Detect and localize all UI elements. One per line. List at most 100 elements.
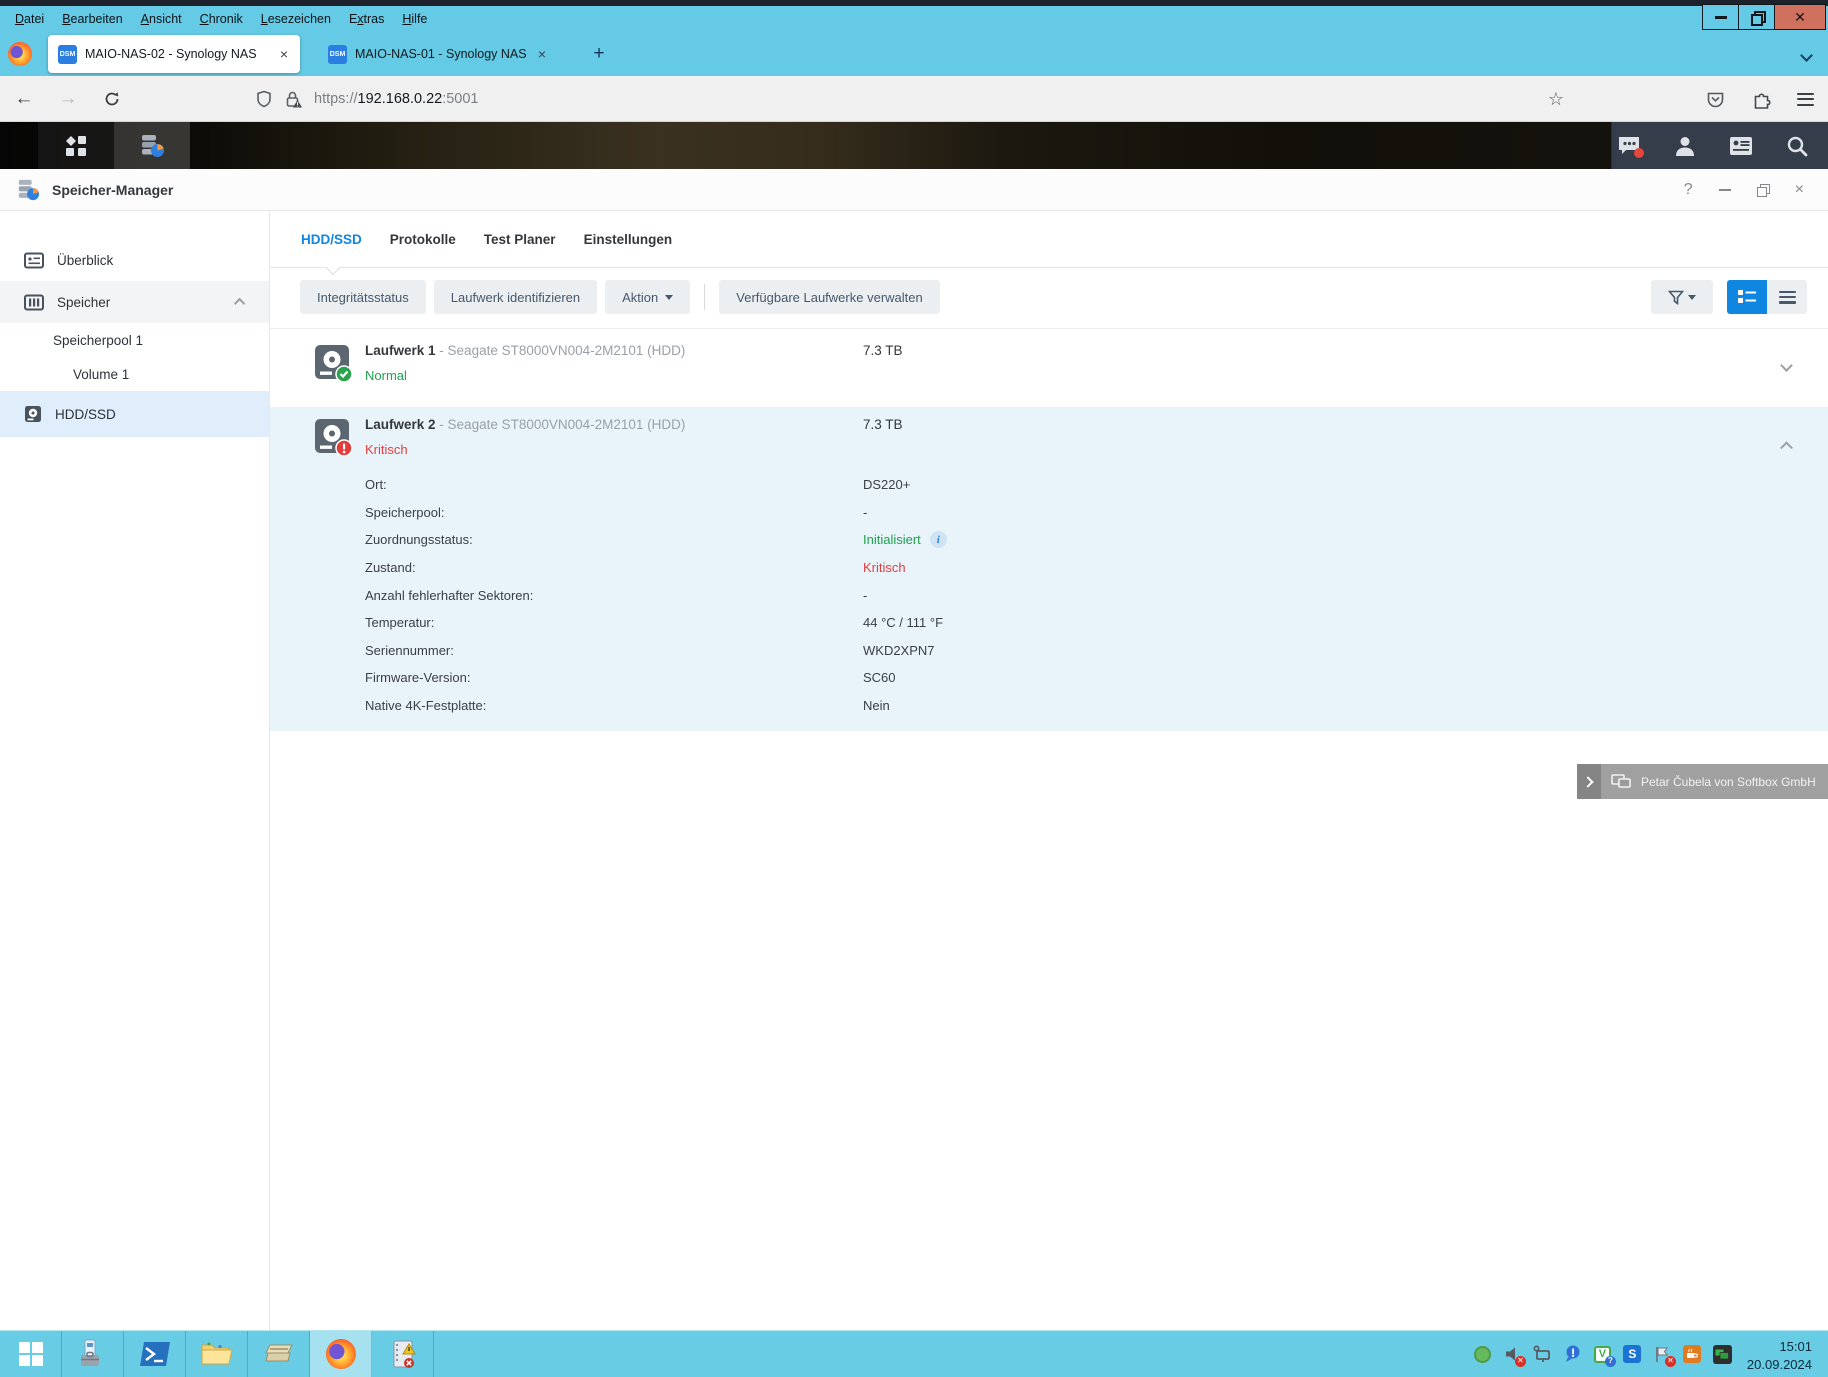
- menu-extras[interactable]: Extras: [340, 9, 393, 29]
- toolbar-right: [1651, 280, 1807, 314]
- powershell-button[interactable]: [124, 1331, 186, 1377]
- help-button[interactable]: ?: [1684, 181, 1693, 199]
- drive-row-laufwerk-2[interactable]: Laufwerk 2 - Seagate ST8000VN004-2M2101 …: [270, 407, 1828, 731]
- firefox-taskbar-button[interactable]: [310, 1331, 372, 1377]
- sidebar-item-ueberblick[interactable]: Überblick: [0, 239, 269, 281]
- tab-hdd-ssd[interactable]: HDD/SSD: [301, 228, 362, 251]
- back-button[interactable]: ←: [8, 76, 40, 122]
- menu-hilfe[interactable]: Hilfe: [393, 9, 436, 29]
- collapse-chevron-icon[interactable]: [234, 298, 245, 309]
- browser-tab-inactive[interactable]: DSM MAIO-NAS-01 - Synology NAS ×: [318, 35, 558, 73]
- drive-name: Laufwerk 2: [365, 417, 436, 432]
- sidebar-item-speicherpool-1[interactable]: Speicherpool 1: [0, 323, 269, 357]
- search-icon: [1785, 134, 1809, 158]
- simple-list-view-button[interactable]: [1767, 280, 1807, 314]
- info-icon[interactable]: i: [930, 531, 947, 548]
- action-dropdown-button[interactable]: Aktion: [605, 280, 690, 314]
- tab-close-icon[interactable]: ×: [278, 46, 290, 62]
- overlay-expand-button[interactable]: [1577, 764, 1601, 799]
- window-minimize-button[interactable]: [1719, 189, 1731, 191]
- forward-button[interactable]: →: [52, 76, 84, 122]
- forward-icon: →: [59, 88, 78, 110]
- filter-button[interactable]: [1651, 280, 1713, 314]
- search-button[interactable]: [1784, 133, 1810, 159]
- detail-label: Anzahl fehlerhafter Sektoren:: [365, 588, 863, 603]
- reload-button[interactable]: [96, 76, 128, 122]
- chevron-down-icon: [1800, 49, 1813, 62]
- dsm-main-menu-button[interactable]: [38, 122, 114, 169]
- menu-chronik[interactable]: Chronik: [191, 9, 252, 29]
- shield-icon[interactable]: [255, 90, 273, 108]
- list-all-tabs-button[interactable]: [1802, 47, 1814, 59]
- sophos-icon[interactable]: S: [1623, 1345, 1642, 1364]
- close-button[interactable]: ✕: [1774, 4, 1826, 30]
- menu-lesezeichen[interactable]: Lesezeichen: [252, 9, 340, 29]
- volume-muted-icon[interactable]: ✕: [1503, 1345, 1522, 1364]
- start-button[interactable]: [0, 1331, 62, 1377]
- back-icon: ←: [15, 88, 34, 110]
- helper-balloon-icon[interactable]: [1563, 1345, 1582, 1364]
- window-close-button[interactable]: ×: [1795, 182, 1804, 198]
- collapse-chevron-icon[interactable]: [1782, 439, 1792, 449]
- widgets-button[interactable]: [1728, 133, 1754, 159]
- network-pc-icon[interactable]: [1533, 1345, 1552, 1364]
- v-app-icon[interactable]: V ?: [1593, 1345, 1612, 1364]
- teamviewer-tray-icon[interactable]: [1713, 1345, 1732, 1364]
- computer-toolbox-icon: [77, 1338, 109, 1370]
- detail-value: WKD2XPN7: [863, 643, 935, 658]
- sidebar-item-hdd-ssd[interactable]: HDD/SSD: [0, 391, 269, 437]
- bookmark-star-button[interactable]: ☆: [1540, 76, 1572, 122]
- tab-test-planer[interactable]: Test Planer: [484, 228, 556, 251]
- window-restore-button[interactable]: [1757, 184, 1769, 196]
- java-update-icon[interactable]: [1683, 1345, 1702, 1364]
- file-explorer-button[interactable]: [186, 1331, 248, 1377]
- detail-view-button[interactable]: [1727, 280, 1767, 314]
- folder-icon: [200, 1340, 234, 1368]
- softbox-tray-icon[interactable]: [1473, 1345, 1492, 1364]
- pocket-icon[interactable]: [1706, 90, 1725, 109]
- taskbar-clock[interactable]: 15:01 20.09.2024: [1743, 1334, 1822, 1374]
- app-menu-icon[interactable]: [1797, 93, 1814, 106]
- identify-drive-button[interactable]: Laufwerk identifizieren: [434, 280, 597, 314]
- menu-bearbeiten[interactable]: Bearbeiten: [53, 9, 131, 29]
- window-body: Überblick Speicher Speicherpool 1: [0, 211, 1828, 1330]
- computer-management-button[interactable]: [62, 1331, 124, 1377]
- lock-warning-icon[interactable]: [284, 90, 303, 109]
- new-tab-button[interactable]: +: [586, 41, 612, 67]
- star-icon: ☆: [1548, 89, 1564, 110]
- notifications-button[interactable]: [1616, 133, 1642, 159]
- scanner-icon: [262, 1341, 296, 1367]
- minimize-button[interactable]: [1702, 4, 1739, 30]
- action-center-flag-icon[interactable]: ✕: [1653, 1345, 1672, 1364]
- browser-tab-active[interactable]: DSM MAIO-NAS-02 - Synology NAS ×: [48, 35, 300, 73]
- system-tray: ✕ V ? S: [1473, 1331, 1828, 1377]
- restore-button[interactable]: [1738, 4, 1775, 30]
- sidebar-item-speicher[interactable]: Speicher: [0, 281, 269, 323]
- log-notebook-button[interactable]: [372, 1331, 434, 1377]
- manage-available-drives-button[interactable]: Verfügbare Laufwerke verwalten: [719, 280, 939, 314]
- overlay-body[interactable]: Petar Čubela von Softbox GmbH: [1601, 764, 1828, 799]
- drive-row-laufwerk-1[interactable]: Laufwerk 1 - Seagate ST8000VN004-2M2101 …: [270, 329, 1828, 407]
- tab-title: MAIO-NAS-02 - Synology NAS: [85, 47, 270, 61]
- powershell-icon: [139, 1340, 171, 1368]
- menu-ansicht[interactable]: Ansicht: [132, 9, 191, 29]
- user-menu-button[interactable]: [1672, 133, 1698, 159]
- integrity-status-button[interactable]: Integritätsstatus: [300, 280, 426, 314]
- url-bar[interactable]: https://192.168.0.22:5001: [255, 84, 479, 114]
- detail-row-speicherpool: Speicherpool: -: [365, 499, 1828, 527]
- extensions-puzzle-icon[interactable]: [1751, 89, 1771, 109]
- tab-einstellungen[interactable]: Einstellungen: [584, 228, 673, 251]
- user-icon: [1673, 134, 1697, 158]
- tab-close-icon[interactable]: ×: [536, 46, 548, 62]
- window-titlebar[interactable]: Speicher-Manager ? ×: [0, 169, 1828, 211]
- menu-datei[interactable]: Datei: [6, 9, 53, 29]
- storage-manager-task-button[interactable]: [114, 122, 190, 169]
- tab-protokolle[interactable]: Protokolle: [390, 228, 456, 251]
- expand-chevron-icon[interactable]: [1782, 361, 1792, 371]
- close-icon: ✕: [1794, 10, 1806, 24]
- sidebar-item-volume-1[interactable]: Volume 1: [0, 357, 269, 391]
- storage-columns-icon: [24, 294, 44, 311]
- scanner-button[interactable]: [248, 1331, 310, 1377]
- firefox-logo-icon[interactable]: [8, 42, 32, 66]
- remote-session-overlay: Petar Čubela von Softbox GmbH: [1577, 764, 1828, 799]
